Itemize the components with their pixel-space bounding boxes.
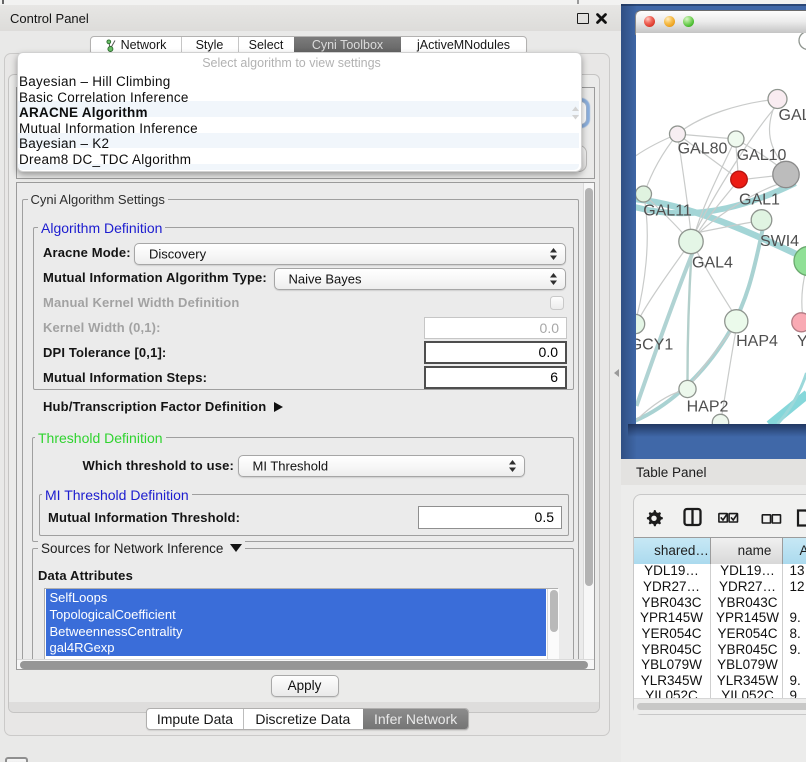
svg-text:HAP4: HAP4	[736, 333, 778, 350]
svg-text:HAP2: HAP2	[686, 399, 728, 416]
svg-text:GAL2: GAL2	[778, 107, 806, 124]
svg-text:GAL80: GAL80	[677, 141, 727, 158]
svg-text:YD: YD	[797, 333, 806, 350]
svg-text:SWI4: SWI4	[759, 233, 798, 250]
svg-text:GCY1: GCY1	[636, 337, 673, 354]
svg-text:GAL11: GAL11	[643, 203, 692, 220]
svg-text:GAL1: GAL1	[739, 192, 780, 209]
svg-text:GAL4: GAL4	[692, 255, 733, 272]
svg-text:GAL10: GAL10	[736, 147, 786, 164]
